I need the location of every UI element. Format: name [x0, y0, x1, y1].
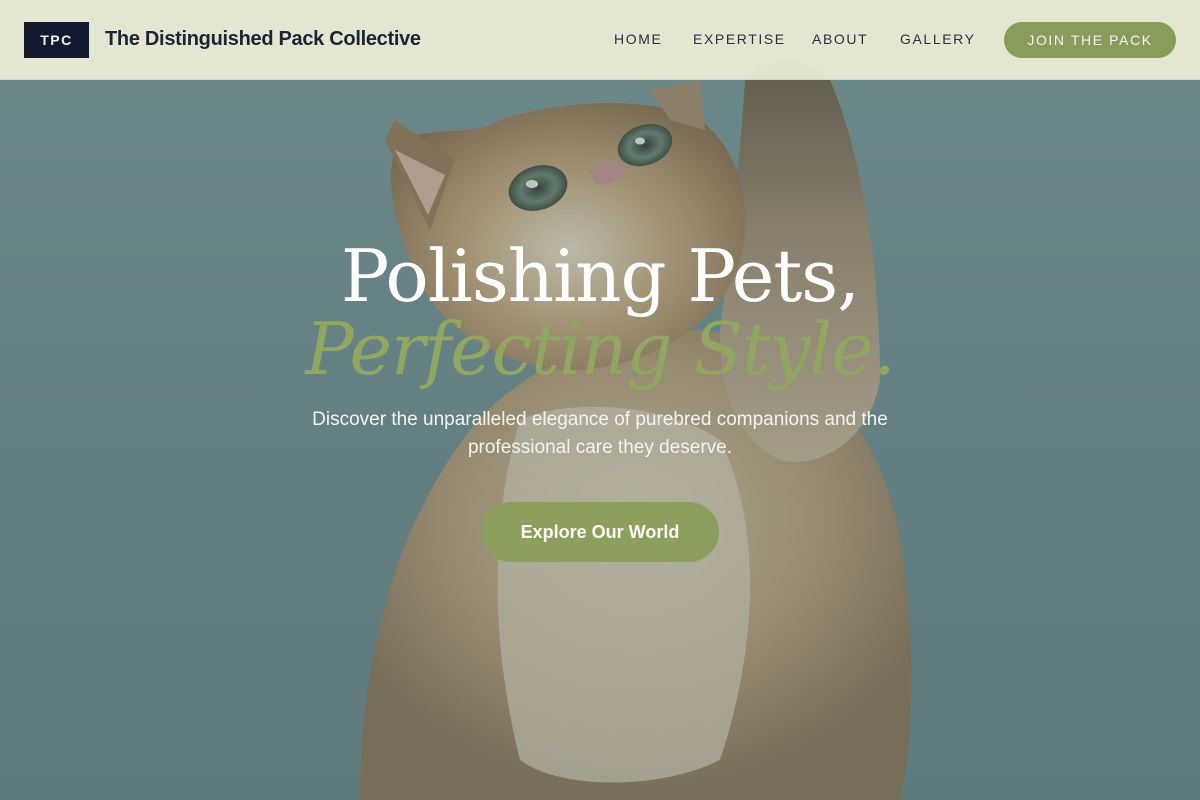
logo-text: TPC: [40, 32, 73, 48]
explore-button-label: Explore Our World: [520, 521, 680, 542]
site-header: TPC The Distinguished Pack Collective HO…: [0, 0, 1200, 80]
nav-about[interactable]: ABOUT: [812, 31, 868, 47]
hero-overlay: [0, 0, 1200, 800]
logo[interactable]: TPC: [24, 22, 89, 58]
landing-page: TPC The Distinguished Pack Collective HO…: [0, 0, 1200, 800]
nav-home[interactable]: HOME: [614, 31, 662, 47]
hero-subtitle: Discover the unparalleled elegance of pu…: [312, 409, 888, 458]
hero-headline-line2: Perfecting Style.: [305, 307, 896, 391]
join-button-label: JOIN THE PACK: [1027, 32, 1153, 48]
brand-name[interactable]: The Distinguished Pack Collective: [105, 28, 421, 51]
hero-section: [0, 0, 1200, 800]
explore-our-world-button[interactable]: Explore Our World: [481, 502, 719, 562]
nav-gallery[interactable]: GALLERY: [900, 31, 976, 47]
join-the-pack-button[interactable]: JOIN THE PACK: [1004, 22, 1176, 58]
nav-expertise[interactable]: EXPERTISE: [693, 31, 786, 47]
